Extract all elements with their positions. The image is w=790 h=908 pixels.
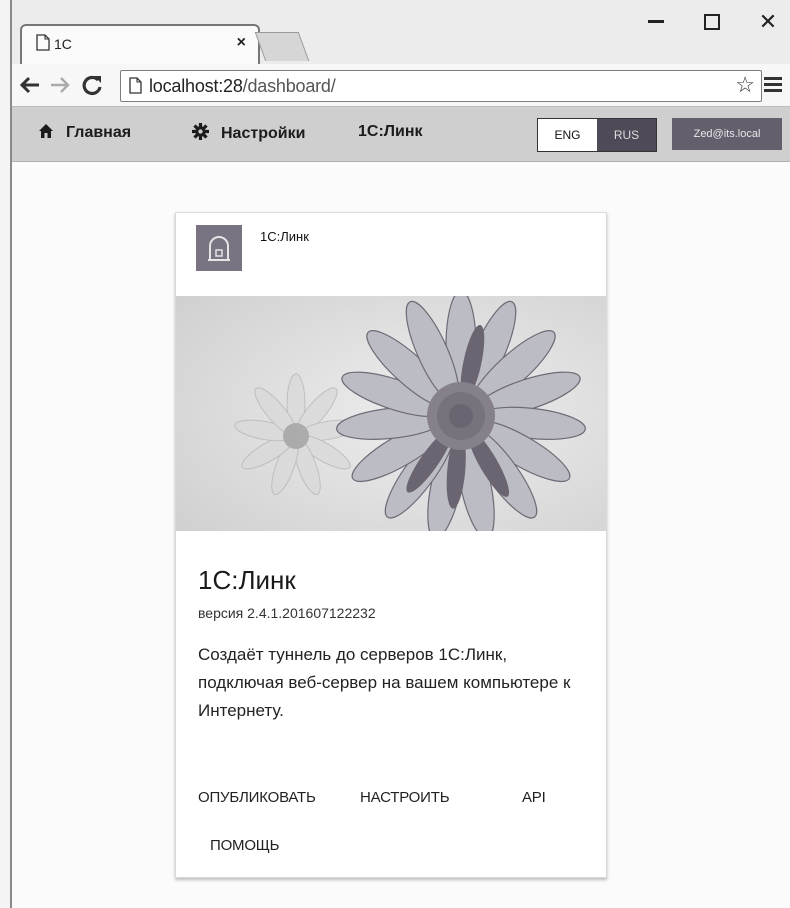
address-row: localhost:28/dashboard/ ☆	[12, 64, 790, 107]
title-bar: 1C × ✕	[12, 0, 790, 66]
url-path: /dashboard/	[242, 76, 336, 96]
address-bar[interactable]: localhost:28/dashboard/ ☆	[120, 70, 762, 102]
app-logo-icon	[196, 225, 242, 271]
reload-icon[interactable]	[80, 73, 104, 97]
card-title: 1С:Линк	[198, 565, 296, 595]
browser-tab[interactable]: 1C ×	[20, 24, 260, 66]
tab-close-icon[interactable]: ×	[237, 34, 246, 52]
nav-home[interactable]: Главная	[38, 123, 131, 142]
url-text: localhost:28/dashboard/	[149, 76, 336, 97]
maximize-icon[interactable]	[690, 4, 734, 40]
lang-eng-button[interactable]: ENG	[538, 119, 597, 151]
tab-title: 1C	[54, 36, 72, 52]
nav-settings-label: Настройки	[221, 125, 306, 142]
home-icon	[39, 124, 53, 138]
publish-button[interactable]: ОПУБЛИКОВАТЬ	[198, 789, 316, 806]
app-card: 1С:Линк 1С:Линк версия 2.4.1.20160712223…	[175, 212, 607, 878]
nav-1c-link[interactable]: 1С:Линк	[358, 123, 423, 141]
card-version: версия 2.4.1.201607122232	[198, 605, 376, 621]
lang-rus-button[interactable]: RUS	[597, 119, 656, 151]
forward-icon[interactable]	[48, 73, 72, 97]
star-icon[interactable]: ☆	[735, 72, 755, 98]
minimize-icon[interactable]	[634, 4, 678, 40]
app-navbar: Главная Настройки 1С:Линк ENG RUS Zed@it…	[12, 107, 790, 162]
configure-button[interactable]: НАСТРОИТЬ	[360, 789, 450, 806]
page-icon	[129, 77, 142, 94]
nav-home-label: Главная	[66, 124, 132, 141]
menu-icon[interactable]	[764, 77, 782, 93]
close-icon[interactable]: ✕	[746, 4, 790, 40]
card-header-title: 1С:Линк	[260, 229, 309, 244]
help-button[interactable]: ПОМОЩЬ	[210, 837, 280, 854]
browser-window: 1C × ✕ localhost:28/dashboard/ ☆ Главная…	[10, 0, 790, 908]
new-tab-button[interactable]	[254, 32, 310, 61]
user-menu-button[interactable]: Zed@its.local	[672, 118, 782, 150]
nav-settings[interactable]: Настройки	[192, 123, 305, 143]
page-icon	[36, 34, 50, 51]
card-image-daisy	[176, 296, 606, 531]
api-button[interactable]: API	[522, 789, 546, 806]
back-icon[interactable]	[18, 73, 42, 97]
language-switcher: ENG RUS	[537, 118, 657, 152]
card-description: Создаёт туннель до серверов 1С:Линк, под…	[198, 645, 571, 720]
url-host: localhost:28	[149, 76, 243, 96]
gear-icon	[192, 123, 209, 140]
